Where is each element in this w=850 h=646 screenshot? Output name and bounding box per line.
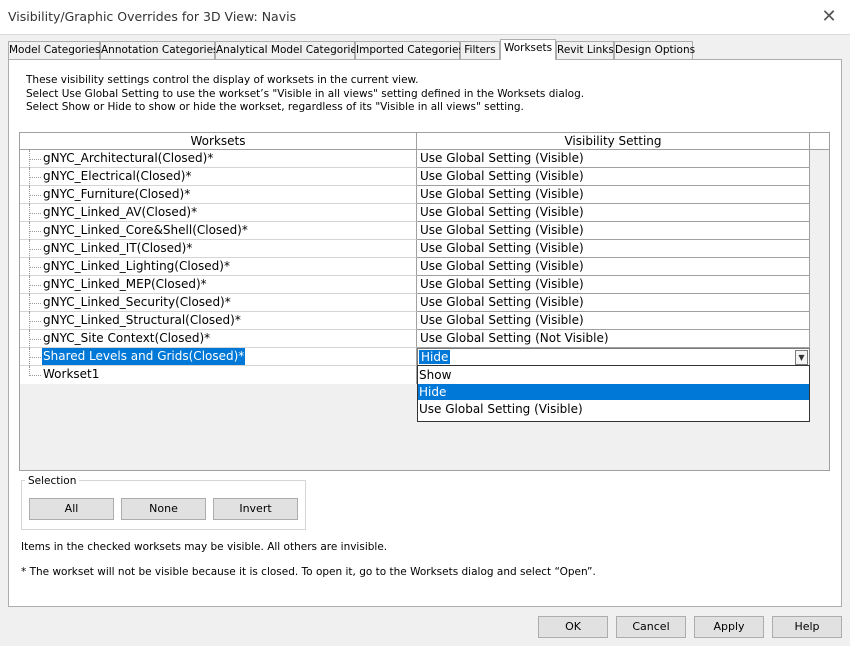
workset-cell: gNYC_Electrical(Closed)* (20, 168, 417, 186)
workset-name: gNYC_Linked_Lighting(Closed)* (43, 259, 230, 273)
tab-annotation-categories[interactable]: Annotation Categories (100, 41, 219, 59)
tree-line (29, 150, 41, 168)
workset-name: Shared Levels and Grids(Closed)* (42, 348, 246, 365)
visibility-setting-combo[interactable]: Hide ▼ (417, 348, 810, 366)
description-line: Select Show or Hide to show or hide the … (26, 101, 524, 113)
description-line: Select Use Global Setting to use the wor… (26, 87, 585, 100)
workset-cell: gNYC_Linked_Lighting(Closed)* (20, 258, 417, 276)
tree-line (29, 312, 41, 330)
table-row[interactable]: gNYC_Architectural(Closed)* Use Global S… (20, 150, 812, 168)
tree-line (29, 366, 41, 376)
chevron-down-icon[interactable]: ▼ (795, 350, 808, 365)
ok-button[interactable]: OK (538, 616, 608, 638)
visibility-setting-cell[interactable]: Use Global Setting (Visible) (417, 276, 810, 294)
tab-filters[interactable]: Filters (460, 41, 500, 59)
table-row[interactable]: gNYC_Electrical(Closed)* Use Global Sett… (20, 168, 812, 186)
window-title: Visibility/Graphic Overrides for 3D View… (8, 9, 297, 24)
tab-analytical-model-categories[interactable]: Analytical Model Categories (215, 41, 362, 59)
tab-worksets[interactable]: Worksets (500, 39, 556, 60)
description: These visibility settings control the di… (26, 74, 584, 115)
dropdown-option-hide[interactable]: Hide (418, 384, 809, 400)
tab-model-categories[interactable]: Model Categories (8, 41, 100, 59)
tab-design-options[interactable]: Design Options (614, 41, 695, 59)
workset-cell: Workset1 (20, 366, 417, 384)
workset-cell: gNYC_Site Context(Closed)* (20, 330, 417, 348)
table-row[interactable]: gNYC_Linked_Core&Shell(Closed)* Use Glob… (20, 222, 812, 240)
apply-button[interactable]: Apply (694, 616, 764, 638)
tab-imported-categories[interactable]: Imported Categories (355, 41, 464, 59)
worksets-panel: These visibility settings control the di… (8, 59, 842, 607)
tree-line (29, 186, 41, 204)
select-all-button[interactable]: All (29, 498, 114, 520)
visibility-setting-cell[interactable]: Use Global Setting (Visible) (417, 168, 810, 186)
workset-cell: gNYC_Architectural(Closed)* (20, 150, 417, 168)
workset-name: gNYC_Furniture(Closed)* (43, 187, 191, 201)
table-row[interactable]: gNYC_Linked_IT(Closed)* Use Global Setti… (20, 240, 812, 258)
column-header-visibility-setting[interactable]: Visibility Setting (417, 133, 810, 150)
visibility-setting-cell[interactable]: Use Global Setting (Visible) (417, 312, 810, 330)
dropdown-option-show[interactable]: Show (418, 367, 809, 383)
workset-cell: gNYC_Linked_Security(Closed)* (20, 294, 417, 312)
close-icon[interactable]: ✕ (818, 6, 840, 28)
column-header-filler (810, 133, 829, 150)
workset-name: gNYC_Site Context(Closed)* (43, 331, 211, 345)
table-row[interactable]: gNYC_Linked_Lighting(Closed)* Use Global… (20, 258, 812, 276)
visibility-setting-cell[interactable]: Use Global Setting (Visible) (417, 258, 810, 276)
tab-revit-links[interactable]: Revit Links (556, 41, 614, 59)
select-none-button[interactable]: None (121, 498, 206, 520)
tree-line (29, 168, 41, 186)
workset-cell: gNYC_Linked_AV(Closed)* (20, 204, 417, 222)
visibility-setting-cell[interactable]: Use Global Setting (Visible) (417, 222, 810, 240)
workset-name: gNYC_Architectural(Closed)* (43, 151, 214, 165)
workset-cell: gNYC_Linked_MEP(Closed)* (20, 276, 417, 294)
table-row[interactable]: gNYC_Furniture(Closed)* Use Global Setti… (20, 186, 812, 204)
workset-name: gNYC_Linked_MEP(Closed)* (43, 277, 207, 291)
tree-line (29, 240, 41, 258)
visibility-setting-cell[interactable]: Use Global Setting (Visible) (417, 150, 810, 168)
invert-selection-button[interactable]: Invert (213, 498, 298, 520)
workset-name: Workset1 (43, 367, 100, 381)
table-row[interactable]: gNYC_Linked_Structural(Closed)* Use Glob… (20, 312, 812, 330)
table-row[interactable]: gNYC_Linked_MEP(Closed)* Use Global Sett… (20, 276, 812, 294)
description-line: These visibility settings control the di… (26, 74, 419, 86)
tree-line (29, 348, 41, 366)
workset-name: gNYC_Linked_Structural(Closed)* (43, 313, 241, 327)
visibility-setting-cell[interactable]: Use Global Setting (Visible) (417, 240, 810, 258)
visibility-dropdown-list: Show Hide Use Global Setting (Visible) (417, 365, 810, 422)
workset-name: gNYC_Linked_IT(Closed)* (43, 241, 193, 255)
table-row[interactable]: gNYC_Linked_AV(Closed)* Use Global Setti… (20, 204, 812, 222)
workset-name: gNYC_Linked_Core&Shell(Closed)* (43, 223, 248, 237)
workset-cell: gNYC_Furniture(Closed)* (20, 186, 417, 204)
dropdown-option-use-global[interactable]: Use Global Setting (Visible) (418, 401, 809, 417)
help-button[interactable]: Help (772, 616, 842, 638)
visibility-setting-cell[interactable]: Use Global Setting (Not Visible) (417, 330, 810, 348)
table-row[interactable]: gNYC_Linked_Security(Closed)* Use Global… (20, 294, 812, 312)
tree-line (29, 258, 41, 276)
workset-cell: gNYC_Linked_Core&Shell(Closed)* (20, 222, 417, 240)
visibility-setting-cell[interactable]: Use Global Setting (Visible) (417, 294, 810, 312)
tree-line (29, 276, 41, 294)
selection-legend: Selection (25, 475, 80, 487)
title-bar: Visibility/Graphic Overrides for 3D View… (0, 0, 850, 35)
checked-worksets-note: Items in the checked worksets may be vis… (21, 541, 388, 553)
closed-workset-note: * The workset will not be visible becaus… (21, 566, 596, 578)
workset-cell: gNYC_Linked_IT(Closed)* (20, 240, 417, 258)
workset-name: gNYC_Linked_Security(Closed)* (43, 295, 231, 309)
table-row-selected[interactable]: Shared Levels and Grids(Closed)* Hide ▼ (20, 348, 812, 366)
tree-line (29, 330, 41, 348)
workset-name: gNYC_Electrical(Closed)* (43, 169, 192, 183)
table-row[interactable]: gNYC_Site Context(Closed)* Use Global Se… (20, 330, 812, 348)
combo-value: Hide (419, 350, 451, 364)
workset-name: gNYC_Linked_AV(Closed)* (43, 205, 198, 219)
worksets-table: Worksets Visibility Setting gNYC_Archite… (19, 132, 830, 471)
workset-cell: gNYC_Linked_Structural(Closed)* (20, 312, 417, 330)
workset-cell: Shared Levels and Grids(Closed)* (20, 348, 417, 366)
tree-line (29, 222, 41, 240)
visibility-setting-cell[interactable]: Use Global Setting (Visible) (417, 204, 810, 222)
visibility-setting-cell[interactable]: Use Global Setting (Visible) (417, 186, 810, 204)
column-header-worksets[interactable]: Worksets (20, 133, 417, 150)
tree-line (29, 204, 41, 222)
cancel-button[interactable]: Cancel (616, 616, 686, 638)
tree-line (29, 294, 41, 312)
